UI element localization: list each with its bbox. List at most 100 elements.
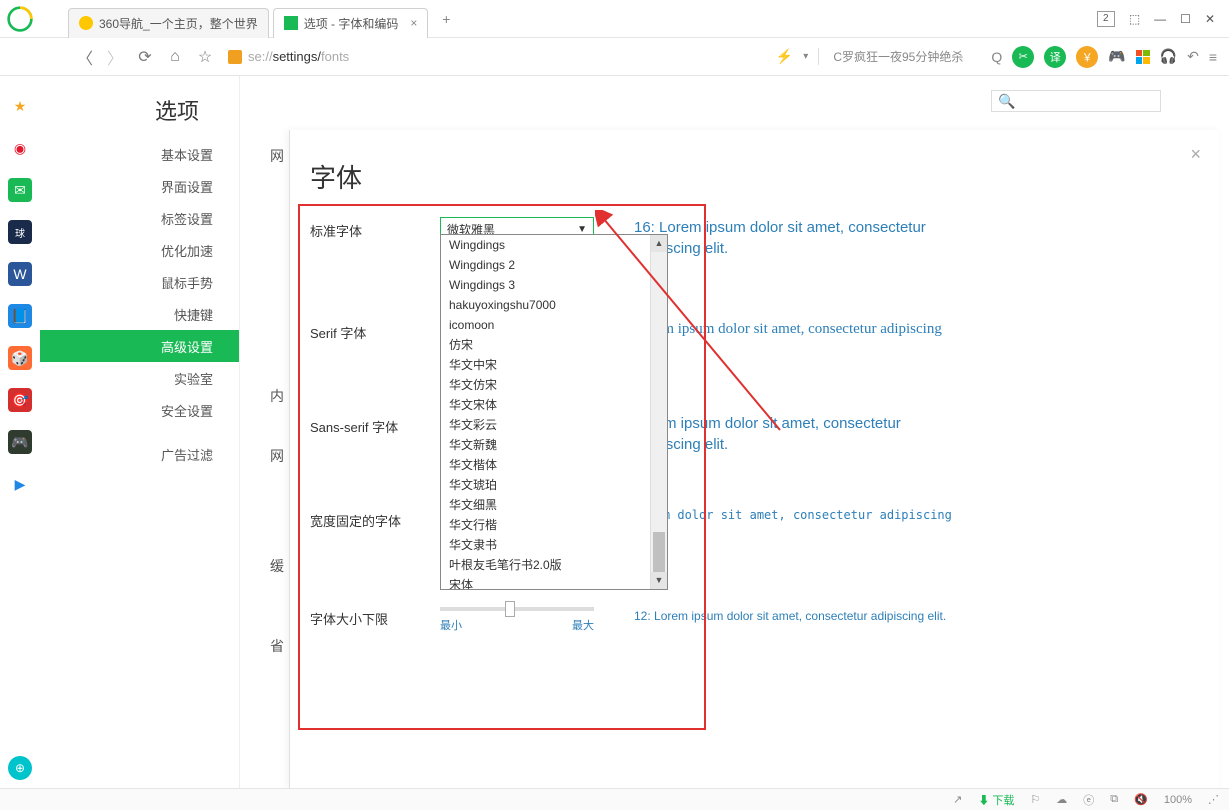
font-option[interactable]: 宋体 (441, 575, 667, 589)
settings-nav: 基本设置 界面设置 标签设置 优化加速 鼠标手势 快捷键 高级设置 实验室 安全… (40, 138, 239, 470)
slider-thumb[interactable] (505, 601, 515, 617)
status-flag-icon[interactable]: ⚐ (1030, 793, 1040, 806)
status-mute-icon[interactable]: 🔇 (1134, 793, 1148, 806)
headphones-icon[interactable]: 🎧 (1160, 48, 1177, 65)
font-option[interactable]: 华文彩云 (441, 415, 667, 435)
status-cloud-icon[interactable]: ☁ (1056, 793, 1067, 806)
zoom-level[interactable]: 100% (1164, 794, 1192, 806)
hot-search-text[interactable]: C罗疯狂一夜95分钟绝杀 (818, 48, 981, 65)
scroll-thumb[interactable] (653, 532, 665, 572)
label-serif-font: Serif 字体 (310, 319, 440, 342)
font-option[interactable]: 华文行楷 (441, 515, 667, 535)
nav-basic[interactable]: 基本设置 (40, 138, 239, 170)
apps-grid-icon[interactable] (1136, 50, 1150, 64)
font-option[interactable]: 叶根友毛笔行书2.0版 (441, 555, 667, 575)
tab-title: 360导航_一个主页，整个世界 (99, 15, 258, 32)
tab-settings-fonts[interactable]: 选项 - 字体和编码 × (273, 8, 429, 38)
preview-standard: 16: Lorem ipsum dolor sit amet, consecte… (634, 217, 958, 259)
font-option[interactable]: 华文楷体 (441, 455, 667, 475)
preview-min-font: 12: Lorem ipsum dolor sit amet, consecte… (634, 608, 958, 625)
search-icon: 🔍 (998, 93, 1015, 110)
nav-advanced[interactable]: 高级设置 (40, 330, 239, 362)
nav-tabs[interactable]: 标签设置 (40, 202, 239, 234)
rail-book[interactable]: 📘 (8, 304, 32, 328)
maximize-icon[interactable]: ☐ (1180, 12, 1191, 26)
download-icon[interactable]: ⬇ 下载 (978, 792, 1014, 808)
rail-mail[interactable]: ✉ (8, 178, 32, 202)
tab-360nav[interactable]: 360导航_一个主页，整个世界 (68, 8, 269, 38)
title-bar: 360导航_一个主页，整个世界 选项 - 字体和编码 × + 2 ⬚ — ☐ ✕ (0, 0, 1229, 38)
font-option[interactable]: 华文琥珀 (441, 475, 667, 495)
font-option[interactable]: icomoon (441, 315, 667, 335)
window-controls: 2 ⬚ — ☐ ✕ (1097, 11, 1229, 27)
chevron-down-icon: ▼ (577, 224, 587, 235)
nav-ui[interactable]: 界面设置 (40, 170, 239, 202)
browser-logo (0, 0, 40, 38)
settings-search[interactable]: 🔍 (991, 90, 1161, 112)
font-option[interactable]: 华文细黑 (441, 495, 667, 515)
flash-icon[interactable]: ⚡ (776, 48, 793, 65)
url-input[interactable]: se://settings/fonts (228, 49, 349, 64)
close-icon[interactable]: × (1190, 144, 1201, 165)
nav-shortcut[interactable]: 快捷键 (40, 298, 239, 330)
font-option[interactable]: hakuyoxingshu7000 (441, 295, 667, 315)
back-icon[interactable]: 〈 (70, 45, 100, 69)
font-size-slider[interactable] (440, 607, 594, 611)
settings-title: 选项 (40, 76, 239, 138)
add-tab-button[interactable]: + (434, 11, 458, 27)
rail-play[interactable]: ▶ (8, 472, 32, 496)
scissors-icon[interactable]: ✂ (1012, 46, 1034, 68)
scrollbar[interactable]: ▲ ▼ (650, 235, 667, 589)
font-option[interactable]: Wingdings (441, 235, 667, 255)
close-icon[interactable]: × (410, 16, 417, 30)
left-rail: ★ ◉ ✉ 球 W 📘 🎲 🎯 🎮 ▶ (0, 76, 40, 788)
font-option[interactable]: 华文中宋 (441, 355, 667, 375)
font-option[interactable]: 华文隶书 (441, 535, 667, 555)
resize-grip-icon[interactable]: ⋰ (1208, 793, 1219, 806)
font-option[interactable]: Wingdings 3 (441, 275, 667, 295)
status-rocket-icon[interactable]: ↗ (953, 793, 962, 806)
minimize-icon[interactable]: — (1154, 12, 1166, 26)
star-icon[interactable]: ☆ (190, 47, 220, 67)
home-icon[interactable]: ⌂ (160, 48, 190, 66)
assistant-icon[interactable]: ⊕ (8, 756, 32, 780)
status-globe-icon[interactable]: ⓔ (1083, 792, 1094, 808)
rail-word[interactable]: W (8, 262, 32, 286)
nav-adblock[interactable]: 广告过滤 (40, 438, 239, 470)
url-page: fonts (321, 49, 349, 64)
rail-game2[interactable]: 🎯 (8, 388, 32, 412)
close-window-icon[interactable]: ✕ (1205, 12, 1215, 26)
menu-icon[interactable]: ≡ (1209, 49, 1217, 65)
status-copy-icon[interactable]: ⧉ (1110, 793, 1118, 806)
search-icon[interactable]: Q (991, 49, 1002, 65)
rail-fav[interactable]: ★ (8, 94, 32, 118)
font-dropdown-list[interactable]: WingdingsWingdings 2Wingdings 3hakuyoxin… (440, 234, 668, 590)
nav-lab[interactable]: 实验室 (40, 362, 239, 394)
nav-security[interactable]: 安全设置 (40, 394, 239, 426)
window-count[interactable]: 2 (1097, 11, 1115, 27)
font-option[interactable]: 华文宋体 (441, 395, 667, 415)
rail-game3[interactable]: 🎮 (8, 430, 32, 454)
slider-min-label: 最小 (440, 617, 462, 633)
rail-weibo[interactable]: ◉ (8, 136, 32, 160)
url-scheme: se:// (248, 49, 273, 64)
rail-ball[interactable]: 球 (8, 220, 32, 244)
coin-icon[interactable]: ￥ (1076, 46, 1098, 68)
nav-speed[interactable]: 优化加速 (40, 234, 239, 266)
scroll-down-icon[interactable]: ▼ (651, 572, 667, 589)
translate-icon[interactable]: 译 (1044, 46, 1066, 68)
rail-game1[interactable]: 🎲 (8, 346, 32, 370)
scroll-up-icon[interactable]: ▲ (651, 235, 667, 252)
font-option[interactable]: 华文仿宋 (441, 375, 667, 395)
forward-icon[interactable]: 〉 (100, 45, 130, 69)
nav-mouse[interactable]: 鼠标手势 (40, 266, 239, 298)
reload-icon[interactable]: ⟳ (130, 47, 160, 67)
font-option[interactable]: Wingdings 2 (441, 255, 667, 275)
dropdown-icon[interactable]: ▾ (803, 51, 808, 62)
gamepad-icon[interactable]: 🎮 (1108, 48, 1125, 65)
label-sans-font: Sans-serif 字体 (310, 413, 440, 436)
undo-icon[interactable]: ↶ (1187, 48, 1199, 65)
font-option[interactable]: 仿宋 (441, 335, 667, 355)
font-option[interactable]: 华文新魏 (441, 435, 667, 455)
skin-icon[interactable]: ⬚ (1129, 12, 1140, 26)
